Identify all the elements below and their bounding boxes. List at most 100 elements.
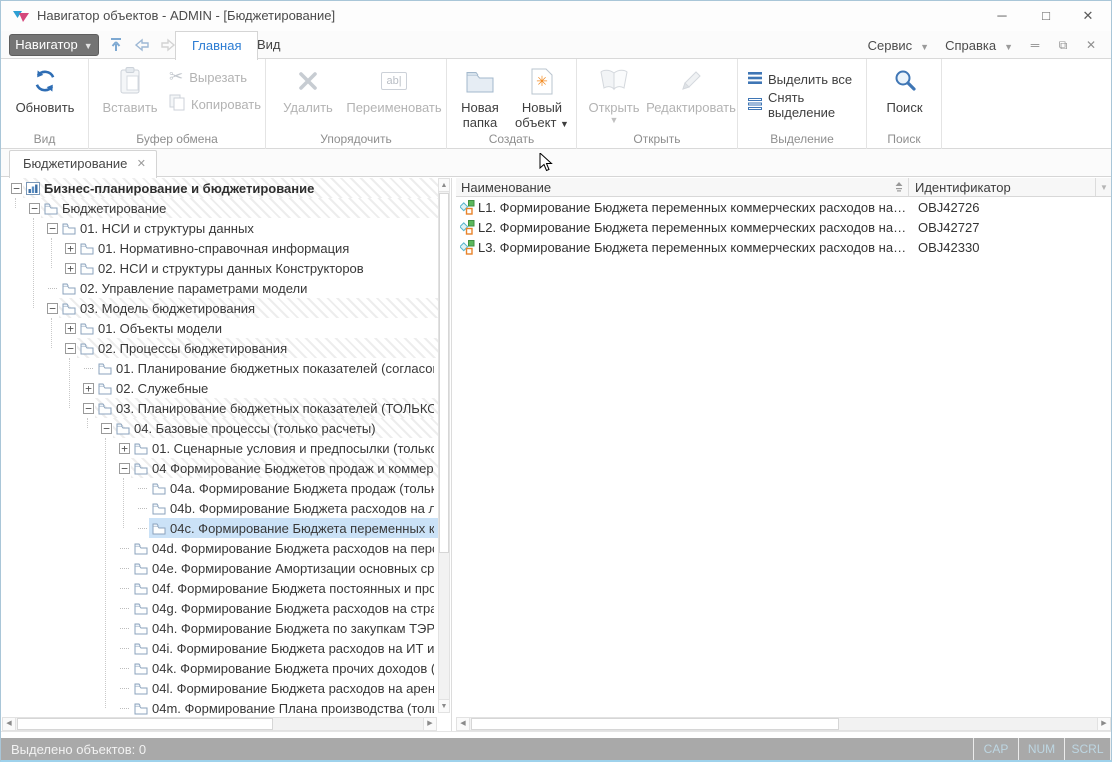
tree-item[interactable]: 04a. Формирование Бюджета продаж (только…	[2, 478, 438, 498]
scroll-left-icon[interactable]: ◀	[3, 718, 16, 730]
copy-button[interactable]: Копировать	[169, 92, 261, 116]
tree-item[interactable]: 04g. Формирование Бюджета расходов на ст…	[2, 598, 438, 618]
expand-toggle-icon[interactable]: +	[65, 323, 76, 334]
tree-item[interactable]: +01. Объекты модели	[2, 318, 438, 338]
titlebar: Навигатор объектов - ADMIN - [Бюджетиров…	[1, 1, 1111, 31]
delete-icon	[296, 62, 320, 100]
tree-item[interactable]: 04m. Формирование Плана производства (то…	[2, 698, 438, 717]
tree-connector	[48, 288, 57, 289]
tree-horizontal-scrollbar[interactable]: ◀ ▶	[2, 717, 437, 731]
list-row[interactable]: L2. Формирование Бюджета переменных комм…	[456, 217, 1112, 237]
expand-toggle-icon[interactable]: +	[65, 263, 76, 274]
paste-button[interactable]: Вставить	[99, 62, 161, 115]
tree-item[interactable]: −03. Планирование бюджетных показателей …	[2, 398, 438, 418]
back-button[interactable]	[131, 34, 153, 56]
tree-item[interactable]: 04f. Формирование Бюджета постоянных и п…	[2, 578, 438, 598]
new-folder-icon	[465, 62, 495, 100]
new-folder-button[interactable]: Новая папка	[451, 62, 509, 130]
tree-item[interactable]: −04 Формирование Бюджетов продаж и комме…	[2, 458, 438, 478]
close-tab-icon[interactable]: ✕	[137, 151, 146, 177]
tree-item[interactable]: −Бюджетирование	[2, 198, 438, 218]
tree-item[interactable]: 04i. Формирование Бюджета расходов на ИТ…	[2, 638, 438, 658]
collapse-toggle-icon[interactable]: −	[47, 223, 58, 234]
scroll-down-icon[interactable]: ▼	[439, 699, 449, 712]
expand-toggle-icon[interactable]: +	[119, 443, 130, 454]
scrollbar-thumb[interactable]	[17, 718, 273, 730]
collapse-toggle-icon[interactable]: −	[47, 303, 58, 314]
minimize-button[interactable]: ─	[981, 1, 1023, 31]
list-horizontal-scrollbar[interactable]: ◀ ▶	[456, 717, 1111, 731]
up-level-button[interactable]	[105, 34, 127, 56]
tree-item[interactable]: 04e. Формирование Амортизации основных с…	[2, 558, 438, 578]
tree-guide-line	[15, 198, 16, 208]
scroll-up-icon[interactable]: ▲	[439, 179, 449, 192]
tree-item[interactable]: −Бизнес-планирование и бюджетирование	[2, 178, 438, 198]
column-header-id[interactable]: Идентификатор	[909, 178, 1095, 196]
folder-icon	[134, 442, 148, 455]
tree-item[interactable]: 04d. Формирование Бюджета расходов на пе…	[2, 538, 438, 558]
tab-main[interactable]: Главная	[175, 31, 258, 60]
tree-item[interactable]: 04k. Формирование Бюджета прочих доходов…	[2, 658, 438, 678]
expand-toggle-icon[interactable]: +	[65, 243, 76, 254]
tree-item[interactable]: −04. Базовые процессы (только расчеты)	[2, 418, 438, 438]
tree-guide-line	[87, 418, 88, 428]
collapse-toggle-icon[interactable]: −	[119, 463, 130, 474]
open-button[interactable]: Открыть ▼	[583, 62, 645, 125]
tree-item[interactable]: 04h. Формирование Бюджета по закупкам ТЭ…	[2, 618, 438, 638]
select-all-button[interactable]: Выделить все	[748, 67, 852, 91]
tree-item-label: 04m. Формирование Плана производства (то…	[152, 701, 434, 716]
close-document-icon[interactable]: ✕	[1079, 38, 1103, 52]
tree-item[interactable]: +02. Служебные	[2, 378, 438, 398]
maximize-button[interactable]: □	[1025, 1, 1067, 31]
column-header-name[interactable]: Наименование	[456, 178, 909, 196]
collapse-toggle-icon[interactable]: −	[11, 183, 22, 194]
float-window-icon[interactable]: ⧉	[1051, 38, 1075, 53]
deselect-button[interactable]: Снять выделение	[748, 93, 866, 117]
selected-objects-count: Выделено объектов: 0	[1, 742, 146, 757]
chevron-down-icon: ▼	[560, 119, 569, 129]
tree-item[interactable]: 04b. Формирование Бюджета расходов на ло…	[2, 498, 438, 518]
scroll-left-icon[interactable]: ◀	[457, 718, 470, 730]
tree-item[interactable]: −02. Процессы бюджетирования	[2, 338, 438, 358]
collapse-toggle-icon[interactable]: −	[29, 203, 40, 214]
filter-dropdown-icon[interactable]: ▼	[1095, 178, 1112, 196]
panel-splitter[interactable]	[451, 178, 452, 731]
menu-help[interactable]: Справка▼	[939, 38, 1019, 53]
menu-service[interactable]: Сервис▼	[862, 38, 935, 53]
collapse-toggle-icon[interactable]: −	[101, 423, 112, 434]
cut-button[interactable]: ✂ Вырезать	[169, 65, 247, 89]
tree-item[interactable]: − 01. НСИ и структуры данных	[2, 218, 438, 238]
tree-item[interactable]: +01. Нормативно-справочная информация	[2, 238, 438, 258]
navigator-menu-button[interactable]: Навигатор▼	[9, 34, 99, 56]
tree-vertical-scrollbar[interactable]: ▲ ▼	[438, 178, 450, 713]
list-row[interactable]: L1. Формирование Бюджета переменных комм…	[456, 197, 1112, 217]
scrollbar-thumb[interactable]	[471, 718, 839, 730]
collapse-ribbon-icon[interactable]: ═	[1023, 38, 1047, 52]
scroll-right-icon[interactable]: ▶	[423, 718, 436, 730]
tab-budgeting[interactable]: Бюджетирование ✕	[9, 150, 157, 178]
collapse-toggle-icon[interactable]: −	[65, 343, 76, 354]
list-row[interactable]: L3. Формирование Бюджета переменных комм…	[456, 237, 1112, 257]
tree-item[interactable]: +02. НСИ и структуры данных Конструкторо…	[2, 258, 438, 278]
delete-button[interactable]: Удалить	[276, 62, 340, 115]
object-tree: −Бизнес-планирование и бюджетирование−Бю…	[2, 178, 438, 717]
tree-item[interactable]: 04l. Формирование Бюджета расходов на ар…	[2, 678, 438, 698]
scrollbar-thumb[interactable]	[439, 193, 449, 553]
folder-icon	[80, 242, 94, 255]
tree-item-label: 01. НСИ и структуры данных	[80, 221, 254, 236]
collapse-toggle-icon[interactable]: −	[83, 403, 94, 414]
close-button[interactable]: ✕	[1067, 1, 1109, 31]
scroll-right-icon[interactable]: ▶	[1097, 718, 1110, 730]
tree-item[interactable]: −03. Модель бюджетирования	[2, 298, 438, 318]
search-button[interactable]: Поиск	[877, 62, 932, 115]
object-list-panel: Наименование Идентификатор ▼ L1. Формиро…	[456, 178, 1112, 731]
tree-item[interactable]: 01. Планирование бюджетных показателей (…	[2, 358, 438, 378]
edit-button[interactable]: Редактировать	[647, 62, 735, 115]
refresh-button[interactable]: Обновить	[9, 62, 81, 115]
tree-item[interactable]: +01. Сценарные условия и предпосылки (то…	[2, 438, 438, 458]
rename-button[interactable]: ab| Переименовать	[344, 62, 444, 115]
tree-item[interactable]: 04c. Формирование Бюджета переменных ком…	[2, 518, 438, 538]
new-object-button[interactable]: ✳ Новый объект ▼	[511, 62, 573, 132]
tree-item[interactable]: 02. Управление параметрами модели	[2, 278, 438, 298]
expand-toggle-icon[interactable]: +	[83, 383, 94, 394]
